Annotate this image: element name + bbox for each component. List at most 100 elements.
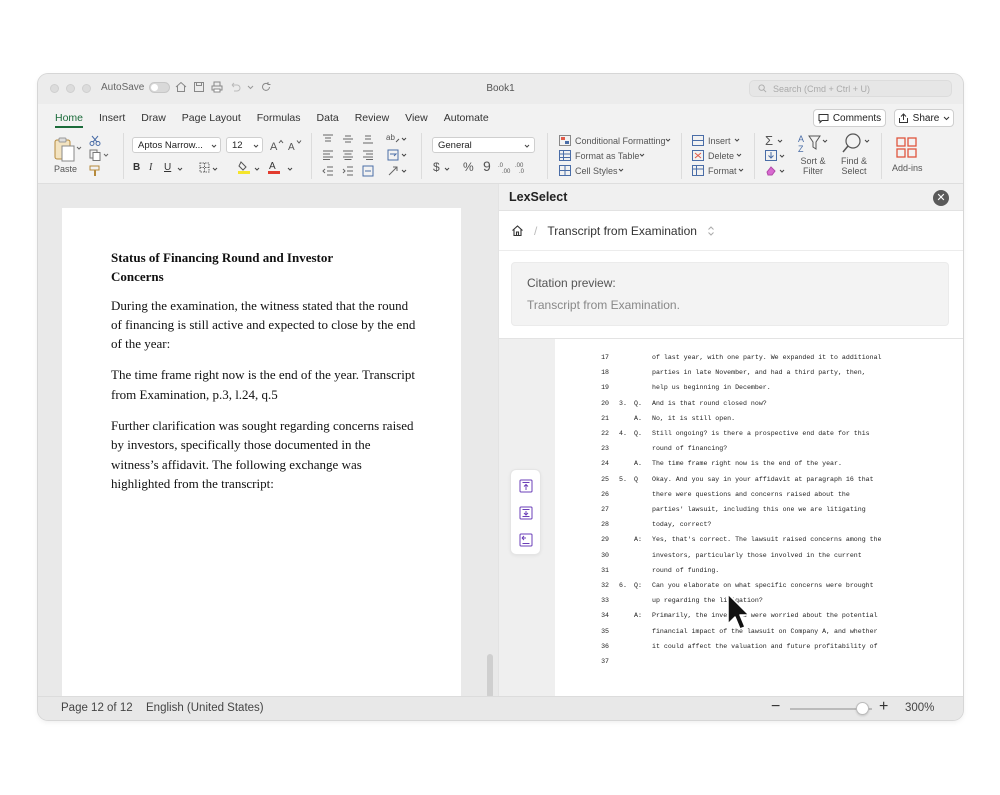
chevron-down-icon[interactable] <box>864 138 870 144</box>
add-ins-icon[interactable] <box>896 137 918 159</box>
chevron-down-icon[interactable] <box>822 138 828 144</box>
wrap-text-icon[interactable] <box>387 149 399 161</box>
sort-filter-label[interactable]: Sort & Filter <box>798 156 828 176</box>
insert-inline-icon[interactable] <box>519 506 533 520</box>
chevron-down-icon[interactable] <box>401 168 407 174</box>
format-cells-label[interactable]: Format <box>708 166 737 176</box>
align-middle-icon[interactable] <box>342 134 354 144</box>
tab-review[interactable]: Review <box>347 104 397 130</box>
underline-button[interactable]: U <box>164 162 171 173</box>
align-top-icon[interactable] <box>322 134 334 144</box>
zoom-level[interactable]: 300% <box>905 702 934 714</box>
find-select-icon[interactable] <box>841 132 863 154</box>
tab-draw[interactable]: Draw <box>133 104 174 130</box>
zoom-slider[interactable] <box>790 702 872 715</box>
autosum-button[interactable]: Σ <box>765 133 773 148</box>
italic-button[interactable]: I <box>149 162 152 173</box>
chevron-down-icon[interactable] <box>524 143 530 149</box>
chevron-down-icon[interactable] <box>779 153 785 159</box>
tab-automate[interactable]: Automate <box>436 104 497 130</box>
increase-font-size-icon[interactable]: A <box>270 139 284 151</box>
cut-icon[interactable] <box>89 135 101 146</box>
text-direction-icon[interactable] <box>387 165 399 177</box>
chevron-down-icon[interactable] <box>253 143 259 149</box>
decrease-indent-icon[interactable] <box>322 166 334 176</box>
format-as-table-icon[interactable] <box>559 150 571 161</box>
tab-insert[interactable]: Insert <box>91 104 133 130</box>
zoom-slider-thumb[interactable] <box>855 702 869 715</box>
chevron-down-icon[interactable] <box>103 152 109 158</box>
language-status[interactable]: English (United States) <box>146 702 264 714</box>
home-icon[interactable] <box>511 224 524 237</box>
decrease-font-size-icon[interactable]: A <box>288 139 302 151</box>
chevron-down-icon[interactable] <box>211 143 217 149</box>
conditional-formatting-icon[interactable] <box>559 135 571 146</box>
zoom-out-button[interactable]: − <box>771 698 780 716</box>
bold-button[interactable]: B <box>133 162 140 173</box>
chevron-down-icon[interactable] <box>779 168 785 174</box>
increase-indent-icon[interactable] <box>342 166 354 176</box>
percent-button[interactable]: % <box>463 160 474 174</box>
align-bottom-icon[interactable] <box>362 134 374 144</box>
breadcrumb-current[interactable]: Transcript from Examination <box>547 224 697 238</box>
copy-icon[interactable] <box>89 149 101 161</box>
insert-above-icon[interactable] <box>519 479 533 493</box>
cell-styles-label[interactable]: Cell Styles <box>575 166 618 176</box>
chevron-down-icon[interactable] <box>618 167 624 173</box>
close-icon[interactable]: ✕ <box>933 190 949 206</box>
chevron-down-icon[interactable] <box>639 152 645 158</box>
font-color-icon[interactable]: A <box>268 159 280 174</box>
delete-cells-icon[interactable] <box>692 150 704 161</box>
align-left-icon[interactable] <box>322 150 334 160</box>
orientation-icon[interactable]: ab <box>386 132 400 144</box>
cell-styles-icon[interactable] <box>559 165 571 176</box>
chevron-down-icon[interactable] <box>177 166 183 172</box>
comma-style-button[interactable]: 9 <box>483 158 491 174</box>
format-painter-icon[interactable] <box>89 165 101 177</box>
merge-center-icon[interactable] <box>362 165 374 177</box>
align-center-icon[interactable] <box>342 150 354 160</box>
paste-icon[interactable] <box>52 137 76 163</box>
align-right-icon[interactable] <box>362 150 374 160</box>
search-box[interactable]: Search (Cmd + Ctrl + U) <box>749 80 952 97</box>
paste-label[interactable]: Paste <box>54 164 77 174</box>
tab-data[interactable]: Data <box>309 104 347 130</box>
conditional-formatting-label[interactable]: Conditional Formatting <box>575 136 666 146</box>
share-button[interactable]: Share <box>894 109 954 127</box>
tab-home[interactable]: Home <box>47 104 91 130</box>
number-format-select[interactable]: General <box>432 137 535 153</box>
find-select-label[interactable]: Find & Select <box>839 156 869 176</box>
chevron-down-icon[interactable] <box>401 152 407 158</box>
transcript-page[interactable]: 17 of last year, with one party. We expan… <box>555 339 963 697</box>
fill-down-icon[interactable] <box>765 150 777 161</box>
borders-icon[interactable] <box>199 162 210 173</box>
currency-button[interactable]: $ <box>433 160 440 174</box>
insert-cells-label[interactable]: Insert <box>708 136 731 146</box>
chevron-down-icon[interactable] <box>212 166 218 172</box>
decrease-decimal-icon[interactable]: .00.0 <box>515 161 529 173</box>
chevron-down-icon[interactable] <box>401 136 407 142</box>
increase-decimal-icon[interactable]: .0.00 <box>498 161 512 173</box>
fill-color-icon[interactable] <box>238 160 250 174</box>
chevron-down-icon[interactable] <box>665 137 671 143</box>
tab-formulas[interactable]: Formulas <box>249 104 309 130</box>
delete-cells-label[interactable]: Delete <box>708 151 734 161</box>
tab-view[interactable]: View <box>397 104 436 130</box>
chevron-down-icon[interactable] <box>734 137 740 143</box>
chevron-down-icon[interactable] <box>738 167 744 173</box>
chevron-down-icon[interactable] <box>777 138 783 144</box>
vertical-scrollbar[interactable] <box>487 654 493 698</box>
insert-below-icon[interactable] <box>519 533 533 547</box>
clear-icon[interactable] <box>765 165 777 176</box>
comments-button[interactable]: Comments <box>813 109 886 127</box>
sort-filter-icon[interactable]: AZ <box>798 133 822 153</box>
zoom-in-button[interactable]: + <box>879 698 888 716</box>
chevron-down-icon[interactable] <box>254 166 260 172</box>
format-as-table-label[interactable]: Format as Table <box>575 151 639 161</box>
insert-cells-icon[interactable] <box>692 135 704 146</box>
chevron-down-icon[interactable] <box>444 166 450 172</box>
chevron-down-icon[interactable] <box>736 152 742 158</box>
tab-page-layout[interactable]: Page Layout <box>174 104 249 130</box>
format-cells-icon[interactable] <box>692 165 704 176</box>
font-name-select[interactable]: Aptos Narrow... <box>132 137 221 153</box>
